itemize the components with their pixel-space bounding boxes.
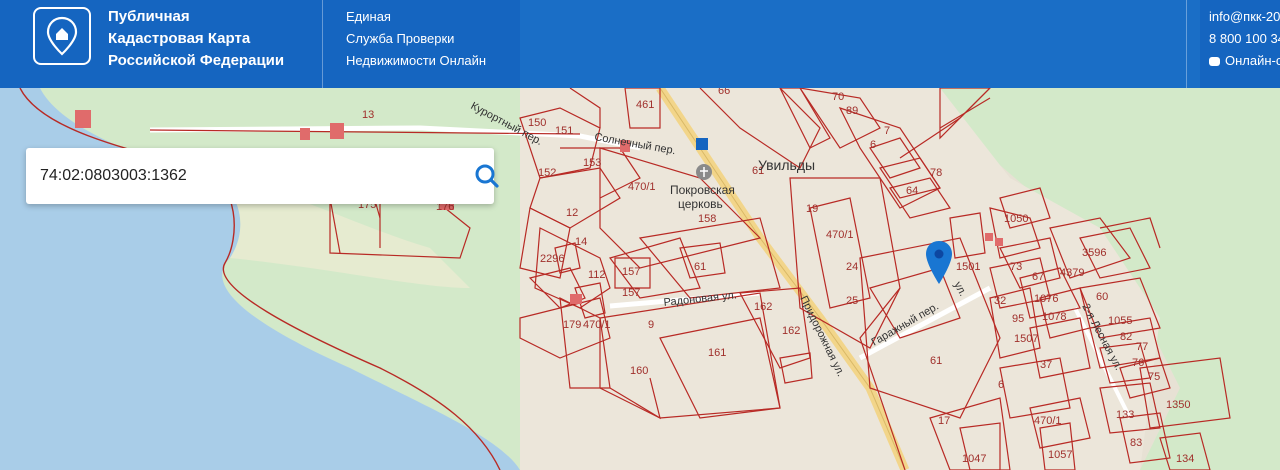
parcel-label: 6 xyxy=(998,379,1004,391)
parcel-label: 89 xyxy=(846,105,858,117)
parcel-label: 179 xyxy=(563,319,581,331)
parcel-label: 14 xyxy=(575,236,587,248)
header-divider xyxy=(1186,0,1187,88)
service-line-2: Служба Проверки xyxy=(346,31,455,46)
settlement-name: Увильды xyxy=(758,157,815,173)
parcel-label: 7 xyxy=(884,125,890,137)
parcel-label: 70 xyxy=(832,91,844,103)
parcel-label: 470/1 xyxy=(628,181,656,193)
header-divider xyxy=(322,0,323,88)
parcel-label: 161 xyxy=(708,347,726,359)
search-box xyxy=(26,148,499,204)
parcel-label: 37 xyxy=(1040,359,1052,371)
parcel-label: 1507 xyxy=(1014,333,1038,345)
parcel-label: 64 xyxy=(906,185,918,197)
parcel-label: 95 xyxy=(1012,313,1024,325)
parcel-label: 17 xyxy=(938,415,950,427)
parcel-label: 67 xyxy=(1032,271,1044,283)
parcel-label: 1057 xyxy=(1048,449,1072,461)
parcel-label: 77 xyxy=(1136,341,1148,353)
parcel-label: 83 xyxy=(1130,437,1142,449)
parcel-label: 1050 xyxy=(1004,213,1028,225)
parcel-label: 1078 xyxy=(1042,311,1066,323)
parcel-label: 61 xyxy=(930,355,942,367)
service-line-3: Недвижимости Онлайн xyxy=(346,53,487,68)
parcel-label: 133 xyxy=(1116,409,1134,421)
parcel-label: 32 xyxy=(994,295,1006,307)
parcel-label: 470/1 xyxy=(826,229,854,241)
parcel-label: 4379 xyxy=(1060,267,1084,279)
brand-line-3: Российской Федерации xyxy=(108,52,285,69)
header-shade xyxy=(520,0,1200,88)
parcel-label: 24 xyxy=(846,261,858,273)
parcel-label: 19 xyxy=(806,203,818,215)
parcel-label: 162 xyxy=(782,325,800,337)
parcel-label: 150 xyxy=(528,117,546,129)
parcel-label: 158 xyxy=(698,213,716,225)
cadastral-map[interactable]: 13 150 151 153 152 461 66 70 89 7 6 64 7… xyxy=(0,88,1280,470)
parcel-label: 61 xyxy=(694,261,706,273)
parcel-label: 151 xyxy=(555,125,573,137)
parcel-label: 25 xyxy=(846,295,858,307)
parcel-label: 12 xyxy=(566,207,578,219)
church-name-line-2: церковь xyxy=(678,197,723,211)
parcel-label: 78 xyxy=(930,167,942,179)
search-icon xyxy=(475,164,499,188)
bus-stop-icon xyxy=(696,138,708,150)
parcel-label: 160 xyxy=(630,365,648,377)
parcel-label: 66 xyxy=(718,88,730,97)
parcel-label: 75 xyxy=(1148,371,1160,383)
online-chat-label: Онлайн-о xyxy=(1225,53,1280,68)
parcel-label: 112 xyxy=(588,269,606,281)
parcel-label: 1076 xyxy=(1034,293,1058,305)
home-pin-icon xyxy=(46,16,78,56)
phone-link[interactable]: 8 800 100 34 xyxy=(1209,28,1280,50)
brand-title[interactable]: Публичная Кадастровая Карта Российской Ф… xyxy=(108,6,284,72)
parcel-label: 157 xyxy=(622,266,640,278)
parcel-label: 157 xyxy=(622,287,640,299)
top-header: Публичная Кадастровая Карта Российской Ф… xyxy=(0,0,1280,88)
parcel-label: 6 xyxy=(870,139,876,151)
parcel-label: 1501 xyxy=(956,261,980,273)
map-canvas[interactable]: 13 150 151 153 152 461 66 70 89 7 6 64 7… xyxy=(0,88,1280,470)
logo[interactable] xyxy=(33,7,91,65)
parcel-label: 60 xyxy=(1096,291,1108,303)
service-line-1: Единая xyxy=(346,9,391,24)
parcel-label: 162 xyxy=(754,301,772,313)
online-chat-link[interactable]: Онлайн-о xyxy=(1209,50,1280,72)
cadastral-search-input[interactable] xyxy=(40,162,430,190)
parcel-label: 82 xyxy=(1120,331,1132,343)
parcel-label: 1350 xyxy=(1166,399,1190,411)
parcel-label: 73 xyxy=(1010,261,1022,273)
parcel-label: 1055 xyxy=(1108,315,1132,327)
parcel-label: 9 xyxy=(648,319,654,331)
parcel-label: 3596 xyxy=(1082,247,1106,259)
search-button[interactable] xyxy=(472,161,502,191)
parcel-label: 13 xyxy=(362,109,374,121)
service-title: Единая Служба Проверки Недвижимости Онла… xyxy=(346,6,486,72)
parcel-label: 76 xyxy=(1132,357,1144,369)
parcel-label: 152 xyxy=(538,167,556,179)
parcel-label: 2296 xyxy=(540,253,564,265)
parcel-label: 470/1 xyxy=(1034,415,1062,427)
parcel-label: 153 xyxy=(583,157,601,169)
email-link[interactable]: info@пкк-20 xyxy=(1209,6,1280,28)
parcel-label: 134 xyxy=(1176,453,1194,465)
church-name-line-1: Покровская xyxy=(670,183,735,197)
parcel-label: 1047 xyxy=(962,453,986,465)
brand-line-1: Публичная xyxy=(108,8,190,25)
contacts: info@пкк-20 8 800 100 34 Онлайн-о xyxy=(1209,6,1280,73)
parcel-label: 461 xyxy=(636,99,654,111)
brand-line-2: Кадастровая Карта xyxy=(108,30,251,47)
chat-icon xyxy=(1209,56,1220,66)
location-pin-icon[interactable] xyxy=(924,240,954,286)
parcel-label: 470/1 xyxy=(583,319,611,331)
